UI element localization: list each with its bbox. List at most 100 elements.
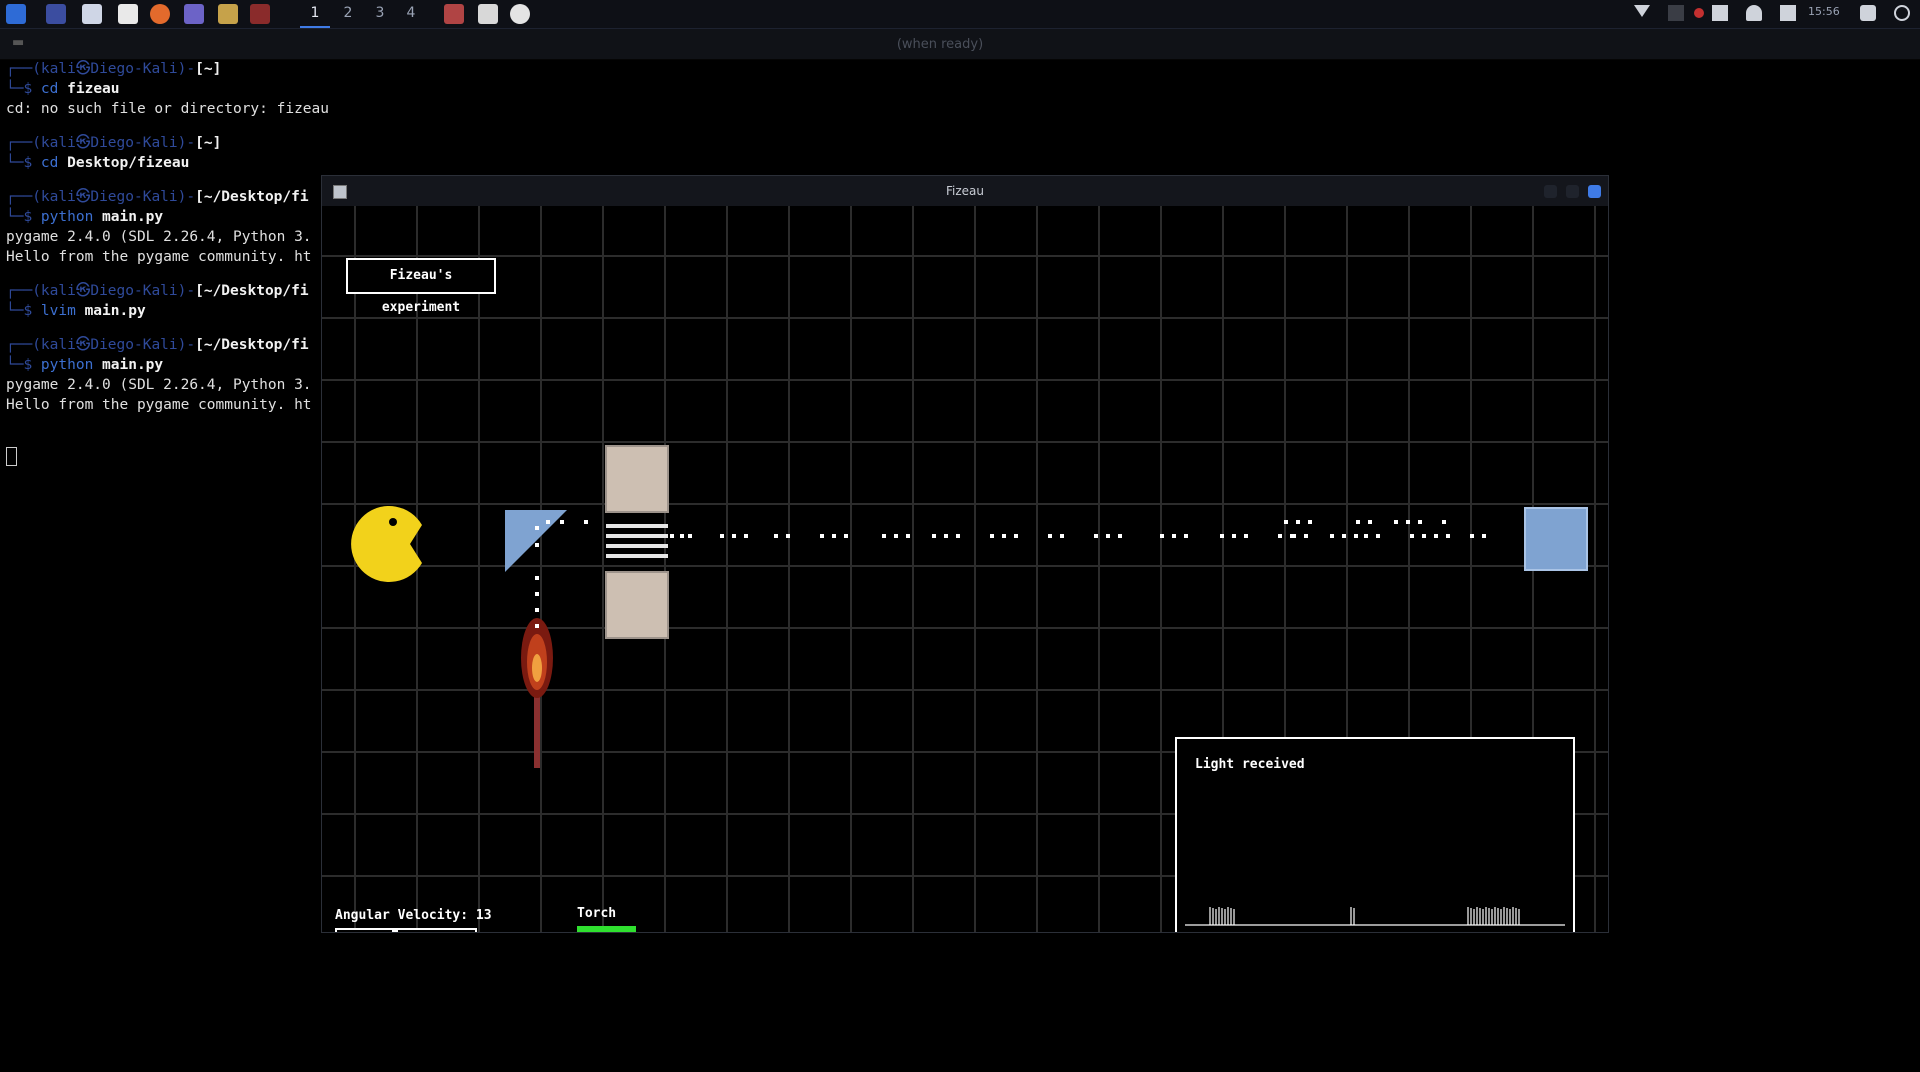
fizeau-titlebar[interactable]: Fizeau bbox=[322, 176, 1608, 206]
light-dot bbox=[1406, 520, 1410, 524]
terminal-command: └─$ python main.py bbox=[6, 208, 163, 226]
network-icon[interactable] bbox=[1634, 5, 1650, 17]
torch-toggle[interactable] bbox=[577, 926, 636, 932]
prompt-user: ┌──(kali㉿Diego-Kali)- bbox=[6, 61, 196, 77]
terminal-launcher-icon[interactable] bbox=[250, 4, 270, 24]
file-manager-icon[interactable] bbox=[82, 4, 102, 24]
display-icon[interactable] bbox=[1780, 5, 1796, 21]
terminal-command: └─$ python main.py bbox=[6, 356, 163, 374]
firefox-icon[interactable] bbox=[150, 4, 170, 24]
volume-icon[interactable] bbox=[1712, 5, 1728, 21]
close-icon[interactable] bbox=[1588, 185, 1601, 198]
wheel-tooth-top bbox=[605, 445, 669, 513]
simulation-canvas: Fizeau's experiment Angular Velocity: 13… bbox=[322, 206, 1608, 932]
minimize-icon[interactable] bbox=[1544, 185, 1557, 198]
light-dot bbox=[535, 543, 539, 547]
wheel-gap-lines bbox=[606, 524, 668, 558]
prompt-symbol: └─$ bbox=[6, 357, 41, 373]
wheel-tooth-bottom bbox=[605, 571, 669, 639]
record-icon[interactable] bbox=[1694, 8, 1704, 18]
torch-label: Torch bbox=[577, 906, 617, 921]
angular-velocity-slider[interactable] bbox=[335, 928, 477, 932]
observer-eye bbox=[389, 518, 397, 526]
terminal-output: Hello from the pygame community. ht bbox=[6, 249, 312, 265]
terminal-prompt: ┌──(kali㉿Diego-Kali)-[~/Desktop/fi bbox=[6, 336, 309, 354]
light-dot bbox=[1304, 534, 1308, 538]
light-dot bbox=[1368, 520, 1372, 524]
text-editor-icon[interactable] bbox=[118, 4, 138, 24]
app-icon[interactable] bbox=[184, 4, 204, 24]
command-args: fizeau bbox=[67, 81, 120, 97]
battery-icon[interactable] bbox=[1668, 5, 1684, 21]
terminal-title: (when ready) bbox=[896, 37, 984, 52]
light-dot bbox=[1284, 520, 1288, 524]
light-dot bbox=[844, 534, 848, 538]
light-dot bbox=[1094, 534, 1098, 538]
terminal-output: pygame 2.4.0 (SDL 2.26.4, Python 3. bbox=[6, 229, 312, 245]
light-dot bbox=[1232, 534, 1236, 538]
tool-icon[interactable] bbox=[218, 4, 238, 24]
observer-pacman bbox=[351, 506, 422, 582]
kali-menu-icon[interactable] bbox=[6, 4, 26, 24]
light-dot bbox=[932, 534, 936, 538]
pygame-task-icon[interactable] bbox=[444, 4, 464, 24]
light-dot bbox=[820, 534, 824, 538]
light-dot bbox=[1376, 534, 1380, 538]
vim-task-icon[interactable] bbox=[478, 4, 498, 24]
clock: 15:56 bbox=[1808, 5, 1840, 18]
terminal-output: pygame 2.4.0 (SDL 2.26.4, Python 3. bbox=[6, 377, 312, 393]
workspace-2[interactable]: 2 bbox=[333, 0, 363, 26]
experiment-label: Fizeau's experiment bbox=[346, 258, 496, 315]
taskbar: 1 2 3 4 15:56 bbox=[0, 0, 1920, 29]
light-dot bbox=[670, 534, 674, 538]
terminal-cursor bbox=[6, 447, 17, 466]
terminal-output: Hello from the pygame community. ht bbox=[6, 397, 312, 413]
light-dot bbox=[1446, 534, 1450, 538]
notification-icon[interactable] bbox=[1746, 5, 1762, 21]
lock-icon[interactable] bbox=[1860, 5, 1876, 21]
light-dot bbox=[1060, 534, 1064, 538]
light-dot bbox=[1292, 534, 1296, 538]
terminal-titlebar: ▬ (when ready) bbox=[0, 29, 1920, 59]
prompt-symbol: └─$ bbox=[6, 209, 41, 225]
light-dot bbox=[1434, 534, 1438, 538]
light-dot bbox=[832, 534, 836, 538]
light-dot bbox=[1296, 520, 1300, 524]
terminal-prompt: ┌──(kali㉿Diego-Kali)-[~] bbox=[6, 60, 221, 78]
light-dot bbox=[1442, 520, 1446, 524]
light-dot bbox=[1418, 520, 1422, 524]
workspace-4[interactable]: 4 bbox=[396, 0, 426, 26]
light-dot bbox=[882, 534, 886, 538]
desktop-icon[interactable] bbox=[46, 4, 66, 24]
light-dot bbox=[1410, 534, 1414, 538]
workspace-1[interactable]: 1 bbox=[300, 0, 330, 28]
light-dot bbox=[1184, 534, 1188, 538]
prompt-user: ┌──(kali㉿Diego-Kali)- bbox=[6, 337, 196, 353]
fizeau-window: Fizeau Fizeau's experiment Angular Veloc… bbox=[321, 175, 1609, 933]
prompt-user: ┌──(kali㉿Diego-Kali)- bbox=[6, 283, 196, 299]
command-name: python bbox=[40, 357, 103, 373]
maximize-icon[interactable] bbox=[1566, 185, 1579, 198]
light-received-plot bbox=[1185, 907, 1565, 926]
workspace-3[interactable]: 3 bbox=[365, 0, 395, 26]
far-mirror bbox=[1524, 507, 1588, 571]
light-dot bbox=[1308, 520, 1312, 524]
light-dot bbox=[774, 534, 778, 538]
light-dot bbox=[1394, 520, 1398, 524]
light-dot bbox=[1048, 534, 1052, 538]
light-dot bbox=[1014, 534, 1018, 538]
help-icon[interactable] bbox=[510, 4, 530, 24]
light-dot bbox=[990, 534, 994, 538]
light-dot bbox=[744, 534, 748, 538]
command-args: Desktop/fizeau bbox=[67, 155, 190, 171]
light-dot bbox=[1330, 534, 1334, 538]
half-mirror bbox=[505, 510, 567, 572]
prompt-user: ┌──(kali㉿Diego-Kali)- bbox=[6, 135, 196, 151]
terminal-command: └─$ cd Desktop/fizeau bbox=[6, 154, 189, 172]
prompt-path: [~/Desktop/fi bbox=[195, 283, 309, 299]
power-icon[interactable] bbox=[1894, 5, 1910, 21]
light-dot bbox=[688, 534, 692, 538]
slider-handle[interactable] bbox=[392, 928, 398, 932]
light-dot bbox=[1172, 534, 1176, 538]
light-dot bbox=[535, 526, 539, 530]
